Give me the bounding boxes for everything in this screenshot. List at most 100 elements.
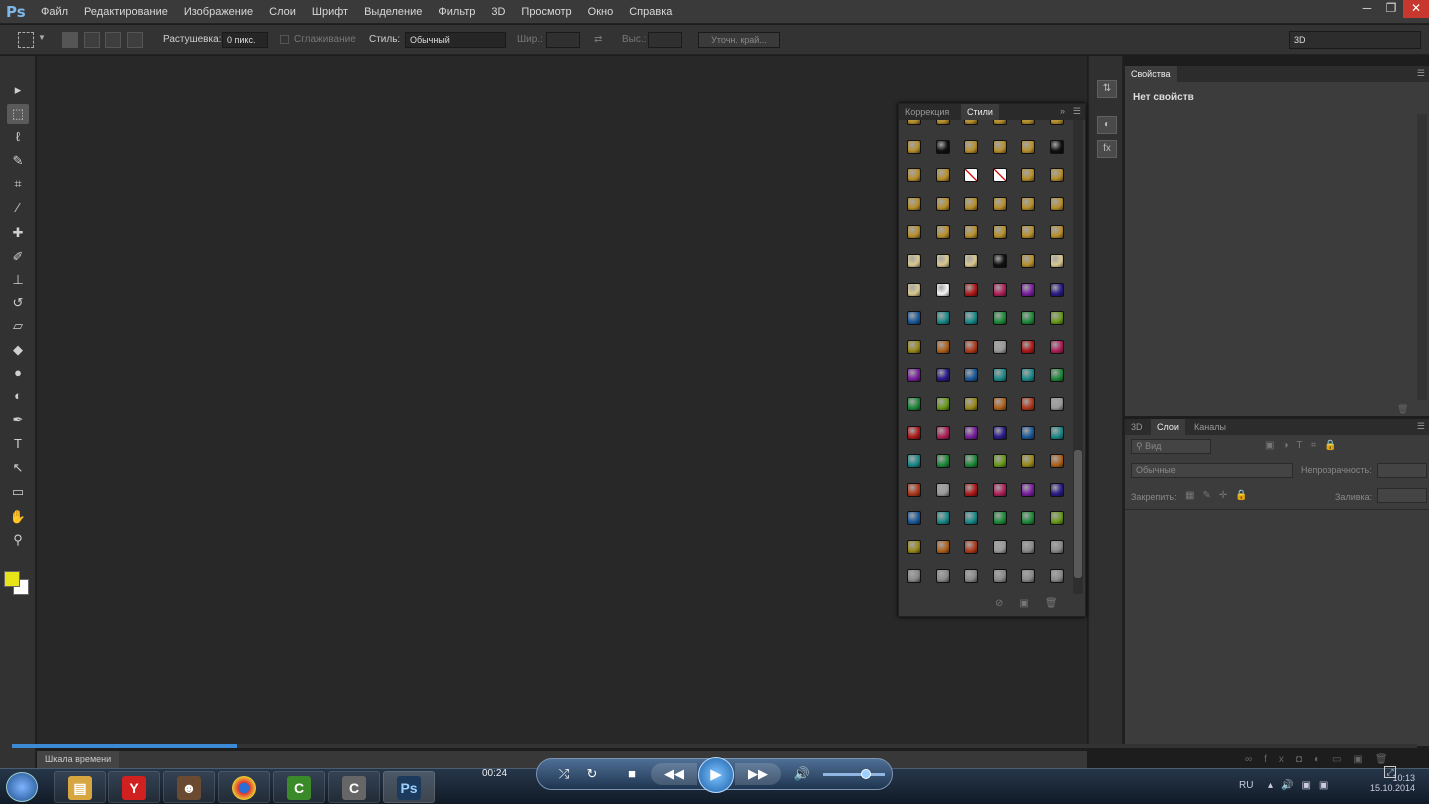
fullscreen-icon[interactable]: ⤢ xyxy=(1384,766,1396,778)
tab-layers[interactable]: Слои xyxy=(1151,419,1185,435)
style-swatch-green[interactable] xyxy=(1021,511,1036,526)
style-swatch-green[interactable] xyxy=(935,454,950,469)
tab-properties[interactable]: Свойства xyxy=(1125,66,1177,82)
style-swatch-silver[interactable] xyxy=(1050,397,1064,411)
minimize-button[interactable]: ─ xyxy=(1355,0,1379,18)
style-swatch-black[interactable] xyxy=(992,254,1007,268)
style-swatch-gold[interactable] xyxy=(935,120,950,125)
style-swatch-gray[interactable] xyxy=(1021,540,1036,554)
style-swatch-silver[interactable] xyxy=(992,540,1007,554)
timeline-tab[interactable]: Шкала времени xyxy=(37,751,120,768)
style-swatch-purple[interactable] xyxy=(1021,282,1036,297)
layer-filter-icons[interactable]: ▣◑T⌗🔒 xyxy=(1265,440,1345,451)
taskbar-camtasia-2[interactable]: C xyxy=(328,771,380,803)
style-swatch-purple[interactable] xyxy=(907,368,921,383)
style-swatch-black[interactable] xyxy=(1050,139,1064,154)
pen-tool[interactable]: ✒ xyxy=(7,410,29,430)
adjustments-panel-icon[interactable]: ◐ xyxy=(1097,116,1117,134)
style-swatch-lime[interactable] xyxy=(935,397,950,411)
styles-scrollbar[interactable] xyxy=(1073,120,1083,594)
scroll-thumb[interactable] xyxy=(1074,450,1082,578)
style-swatch-red[interactable] xyxy=(964,482,979,497)
style-swatch-teal[interactable] xyxy=(1050,425,1064,440)
style-swatch-none[interactable] xyxy=(964,168,979,183)
style-swatch-green[interactable] xyxy=(992,311,1007,326)
panel-menu-icon[interactable]: ☰ xyxy=(1073,106,1081,117)
style-swatch-teal[interactable] xyxy=(964,311,979,326)
style-swatch-gold[interactable] xyxy=(907,225,921,240)
style-swatch-gold[interactable] xyxy=(1050,120,1064,125)
style-swatch-olive[interactable] xyxy=(1021,454,1036,469)
marquee-tool[interactable]: ⬚ xyxy=(7,104,29,124)
style-swatch-gold[interactable] xyxy=(935,168,950,183)
style-swatch-gold[interactable] xyxy=(907,168,921,183)
layer-footer-icons[interactable]: ∞fx◘◐▭▣🗑 xyxy=(1245,754,1400,765)
intersect-selection-button[interactable] xyxy=(127,32,143,48)
style-swatch-blue[interactable] xyxy=(907,511,921,526)
stamp-tool[interactable]: ⊥ xyxy=(7,270,29,290)
style-swatch-blue[interactable] xyxy=(964,368,979,383)
style-swatch-cream[interactable] xyxy=(935,254,950,268)
style-swatch-red[interactable] xyxy=(1021,339,1036,354)
menu-item[interactable]: Фильтр xyxy=(430,0,483,24)
style-swatch-green[interactable] xyxy=(1021,311,1036,326)
style-swatch-magenta[interactable] xyxy=(992,282,1007,297)
menu-item[interactable]: Слои xyxy=(261,0,304,24)
style-swatch-green[interactable] xyxy=(992,511,1007,526)
style-swatch-blue[interactable] xyxy=(1021,425,1036,440)
quick-select-tool[interactable]: ✎ xyxy=(7,151,29,171)
style-swatch-gold[interactable] xyxy=(907,196,921,211)
styles-panel-icon[interactable]: fx xyxy=(1097,140,1117,158)
style-swatch-gold[interactable] xyxy=(907,139,921,154)
style-swatch-gold[interactable] xyxy=(935,225,950,240)
subtract-selection-button[interactable] xyxy=(105,32,121,48)
menu-item[interactable]: Изображение xyxy=(176,0,261,24)
tray-icons[interactable]: ▴🔊▣▣ xyxy=(1268,780,1336,791)
style-swatch-gold[interactable] xyxy=(964,120,979,125)
style-swatch-gold[interactable] xyxy=(1050,225,1064,240)
swap-icon[interactable]: ⇄ xyxy=(594,32,602,48)
style-swatch-teal[interactable] xyxy=(1021,368,1036,383)
tab-styles[interactable]: Стили xyxy=(961,104,999,120)
style-swatch-magenta[interactable] xyxy=(992,482,1007,497)
eraser-tool[interactable]: ▱ xyxy=(7,316,29,336)
style-swatch-green[interactable] xyxy=(907,397,921,411)
chevron-down-icon[interactable]: ▼ xyxy=(38,33,46,42)
volume-icon[interactable]: 🔊 xyxy=(791,763,813,785)
close-button[interactable]: ✕ xyxy=(1403,0,1429,18)
style-swatch-teal[interactable] xyxy=(992,368,1007,383)
fast-forward-icon[interactable]: ▶▶ xyxy=(735,763,781,785)
play-button[interactable]: ▶ xyxy=(698,757,734,793)
style-swatch-gold[interactable] xyxy=(1050,196,1064,211)
style-swatch-cream[interactable] xyxy=(1050,254,1064,268)
new-selection-button[interactable] xyxy=(62,32,78,48)
taskbar-explorer[interactable]: ▤ xyxy=(54,771,106,803)
restore-button[interactable]: ❐ xyxy=(1379,0,1403,18)
opacity-input[interactable] xyxy=(1377,463,1427,478)
marquee-preset-icon[interactable] xyxy=(18,32,34,48)
menu-item[interactable]: Шрифт xyxy=(304,0,356,24)
dodge-tool[interactable]: ◐ xyxy=(7,386,29,406)
taskbar-photoshop[interactable]: Ps xyxy=(383,771,435,803)
style-swatch-teal[interactable] xyxy=(935,511,950,526)
style-swatch-gold[interactable] xyxy=(1021,196,1036,211)
style-swatch-gold[interactable] xyxy=(992,120,1007,125)
style-swatch-red[interactable] xyxy=(964,282,979,297)
style-swatch-redorange[interactable] xyxy=(964,339,979,354)
foreground-color-swatch[interactable] xyxy=(4,571,20,587)
lock-icons[interactable]: ▦✎✛🔒 xyxy=(1185,490,1256,501)
crop-tool[interactable]: ⌗ xyxy=(7,174,29,194)
style-swatch-gold[interactable] xyxy=(964,139,979,154)
style-swatch-gold[interactable] xyxy=(907,120,921,125)
healing-tool[interactable]: ✚ xyxy=(7,223,29,243)
style-swatch-olive[interactable] xyxy=(964,397,979,411)
styles-footer-icons[interactable]: ⊘▣🗑 xyxy=(995,598,1074,609)
menu-item[interactable]: Справка xyxy=(621,0,680,24)
style-swatch-gray[interactable] xyxy=(1021,568,1036,583)
style-swatch-gold[interactable] xyxy=(992,139,1007,154)
style-swatch-orange[interactable] xyxy=(935,540,950,554)
style-swatch-orange[interactable] xyxy=(1050,454,1064,469)
menu-item[interactable]: 3D xyxy=(483,0,513,24)
style-swatch-magenta[interactable] xyxy=(935,425,950,440)
style-swatch-gray[interactable] xyxy=(935,568,950,583)
